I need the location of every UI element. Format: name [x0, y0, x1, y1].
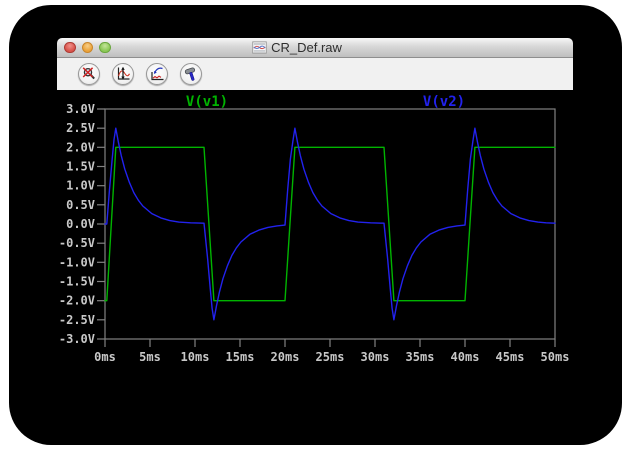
x-tick-label: 5ms [139, 350, 161, 364]
y-tick-label: -1.0V [59, 255, 95, 269]
y-tick-label: 1.0V [66, 179, 95, 193]
x-tick-label: 0ms [94, 350, 116, 364]
legend-v1[interactable]: V(v1) [186, 94, 228, 110]
titlebar[interactable]: CR_Def.raw [57, 38, 573, 58]
y-tick-label: 3.0V [66, 102, 95, 116]
minimize-button[interactable] [82, 42, 94, 54]
x-tick-label: 50ms [541, 350, 570, 364]
axes: 3.0V 2.5V 2.0V 1.5V 1.0V 0.5V 0.0V -0.5V -1.0V -1… [59, 102, 570, 364]
traces [105, 128, 555, 320]
x-tick-label: 10ms [181, 350, 210, 364]
x-tick-label: 25ms [316, 350, 345, 364]
y-tick-label: 0.5V [66, 198, 95, 212]
window-title: CR_Def.raw [271, 40, 342, 55]
plot-settings-icon [149, 66, 165, 82]
y-tick-label: 2.5V [66, 121, 95, 135]
trace-V(v1)[interactable] [105, 147, 555, 300]
waveform-doc-icon [252, 40, 267, 55]
legend-v2[interactable]: V(v2) [423, 94, 465, 110]
x-tick-label: 30ms [361, 350, 390, 364]
y-tick-label: -2.0V [59, 294, 95, 308]
zoom-button[interactable] [99, 42, 111, 54]
x-tick-label: 20ms [271, 350, 300, 364]
y-tick-label: -2.5V [59, 313, 95, 327]
waveform-viewer-window: CR_Def.raw [57, 38, 573, 415]
y-tick-label: -1.5V [59, 275, 95, 289]
hammer-icon [183, 66, 199, 82]
toolbar [57, 58, 573, 90]
y-tick-label: -0.5V [59, 236, 95, 250]
waveform-chart[interactable]: V(v1) V(v2) 3.0V 2.5V 2.0V 1.5V 1.0V 0.5V 0.0V… [57, 90, 573, 415]
x-tick-label: 40ms [451, 350, 480, 364]
plot-border [105, 109, 555, 339]
plot-settings-button[interactable] [146, 63, 168, 85]
traffic-lights [64, 38, 111, 57]
x-tick-label: 45ms [496, 350, 525, 364]
plot-pane: V(v1) V(v2) 3.0V 2.5V 2.0V 1.5V 1.0V 0.5V 0.0V… [57, 90, 573, 415]
control-panel-button[interactable] [180, 63, 202, 85]
zoom-undo-button[interactable] [78, 63, 100, 85]
close-button[interactable] [64, 42, 76, 54]
x-tick-label: 15ms [226, 350, 255, 364]
title-group: CR_Def.raw [252, 40, 342, 55]
y-tick-label: 1.5V [66, 160, 95, 174]
autorange-y-axis-icon [115, 66, 131, 82]
y-tick-label: 2.0V [66, 140, 95, 154]
magnifier-cross-icon [81, 66, 97, 82]
autorange-y-axis-button[interactable] [112, 63, 134, 85]
y-tick-label: -3.0V [59, 332, 95, 346]
y-tick-label: 0.0V [66, 217, 95, 231]
x-tick-label: 35ms [406, 350, 435, 364]
trace-V(v2)[interactable] [105, 128, 555, 320]
